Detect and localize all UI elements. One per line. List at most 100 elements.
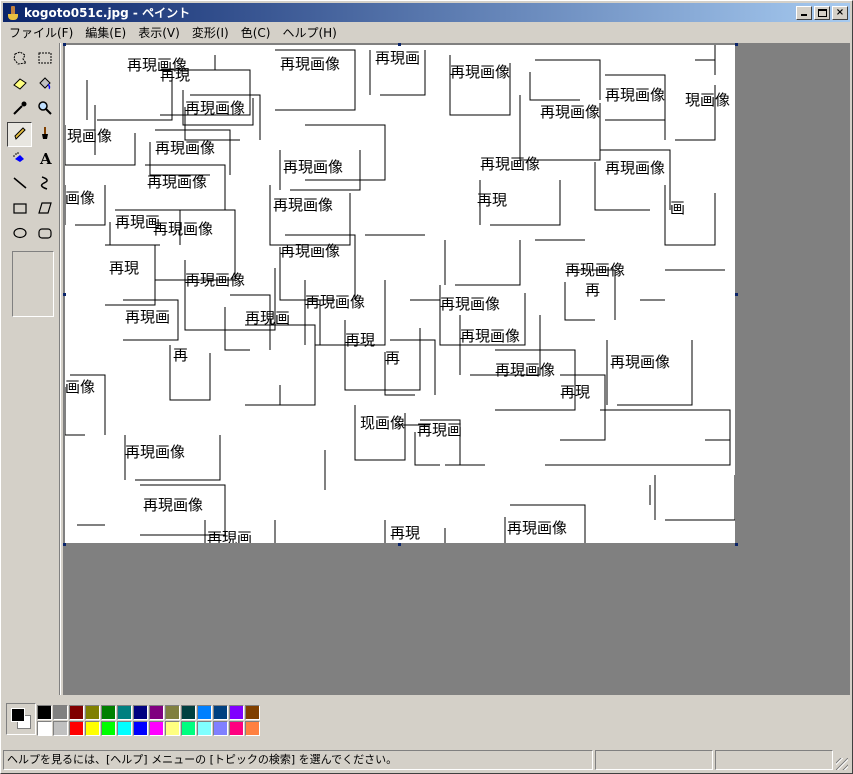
rect-select-icon xyxy=(37,50,53,69)
palette-swatch[interactable] xyxy=(165,721,180,736)
canvas-text: 再現画像 xyxy=(185,99,245,117)
palette-swatch[interactable] xyxy=(165,705,180,720)
palette-swatch[interactable] xyxy=(149,721,164,736)
tool-brush-button[interactable] xyxy=(32,122,57,147)
title-bar[interactable]: kogoto051c.jpg - ペイント × xyxy=(3,3,850,22)
tool-eraser-button[interactable] xyxy=(7,72,32,97)
menu-file[interactable]: ファイル(F) xyxy=(3,24,79,41)
palette-swatch[interactable] xyxy=(229,721,244,736)
palette-swatch[interactable] xyxy=(53,721,68,736)
resize-handle-bl xyxy=(63,543,66,546)
palette-swatch[interactable] xyxy=(181,721,196,736)
palette-swatch[interactable] xyxy=(133,705,148,720)
tool-polygon-button[interactable] xyxy=(32,197,57,222)
palette-swatch[interactable] xyxy=(53,705,68,720)
menu-edit[interactable]: 編集(E) xyxy=(79,24,132,41)
palette-swatch[interactable] xyxy=(197,721,212,736)
brush-icon xyxy=(37,125,53,144)
window-title: kogoto051c.jpg - ペイント xyxy=(24,6,191,20)
polygon-icon xyxy=(37,200,53,219)
canvas-text: 再現画像 xyxy=(185,271,245,289)
tool-rounded-rect-button[interactable] xyxy=(32,222,57,247)
canvas-text: 再現画像 xyxy=(480,155,540,173)
palette-swatch[interactable] xyxy=(149,705,164,720)
tool-rect-select-button[interactable] xyxy=(32,47,57,72)
foreground-color-swatch xyxy=(11,708,25,722)
canvas-text: 現画像 xyxy=(67,127,112,145)
canvas-text: 再現画像 xyxy=(605,86,665,104)
svg-text:A: A xyxy=(39,150,52,166)
palette-swatch[interactable] xyxy=(85,721,100,736)
maximize-icon xyxy=(818,8,827,17)
palette-swatch[interactable] xyxy=(37,721,52,736)
menu-help[interactable]: ヘルプ(H) xyxy=(276,24,342,41)
resize-handle-tr xyxy=(735,43,738,46)
palette-swatch[interactable] xyxy=(85,705,100,720)
canvas-text: 再現画 xyxy=(375,49,420,67)
canvas-text: 再現画像 xyxy=(460,327,520,345)
palette-swatch[interactable] xyxy=(133,721,148,736)
resize-handle-l xyxy=(63,293,66,296)
resize-handle-t xyxy=(398,43,401,46)
palette-swatch[interactable] xyxy=(181,705,196,720)
toolbox-divider xyxy=(59,43,61,695)
tool-rectangle-button[interactable] xyxy=(7,197,32,222)
palette-swatch[interactable] xyxy=(117,705,132,720)
tool-line-button[interactable] xyxy=(7,172,32,197)
canvas-text: 再 xyxy=(585,281,600,299)
free-form-select-icon xyxy=(12,50,28,69)
minimize-button[interactable] xyxy=(796,5,812,20)
canvas-text: 再現 xyxy=(560,383,590,401)
resize-handle-br[interactable] xyxy=(735,543,738,546)
tool-options-box[interactable] xyxy=(12,251,54,317)
maximize-button[interactable] xyxy=(814,5,830,20)
canvas-text: 再現画 xyxy=(125,308,170,326)
ellipse-icon xyxy=(12,225,28,244)
canvas-workspace[interactable]: 再現画像 再現 再現画像 再現画像 再現画 再現画像 再現画像 再現画像 現画像 現画像 再現画像再… xyxy=(63,43,850,695)
palette-swatch[interactable] xyxy=(213,705,228,720)
canvas-text: 再現画像 xyxy=(605,159,665,177)
tool-text-button[interactable]: A xyxy=(32,147,57,172)
canvas-text: 画像 xyxy=(65,378,95,396)
tool-magnifier-button[interactable] xyxy=(32,97,57,122)
color-box xyxy=(3,698,850,746)
palette-swatch[interactable] xyxy=(229,705,244,720)
resize-handle-b[interactable] xyxy=(398,543,401,546)
drawing-canvas[interactable]: 再現画像 再現 再現画像 再現画像 再現画 再現画像 再現画像 再現画像 現画像 現画像 再現画像再… xyxy=(65,45,735,543)
current-colors xyxy=(6,703,36,735)
palette-swatch[interactable] xyxy=(69,705,84,720)
tool-ellipse-button[interactable] xyxy=(7,222,32,247)
resize-grip-icon[interactable] xyxy=(836,758,848,770)
palette-swatch[interactable] xyxy=(37,705,52,720)
palette-swatch[interactable] xyxy=(117,721,132,736)
canvas-text: 再現画像 xyxy=(125,443,185,461)
menu-colors[interactable]: 色(C) xyxy=(235,24,277,41)
canvas-text: 再現画像 xyxy=(440,295,500,313)
palette-swatch[interactable] xyxy=(245,721,260,736)
palette-swatch[interactable] xyxy=(197,705,212,720)
tool-fill-bucket-button[interactable] xyxy=(32,72,57,97)
eraser-icon xyxy=(12,75,28,94)
palette-swatch[interactable] xyxy=(101,721,116,736)
resize-handle-r[interactable] xyxy=(735,293,738,296)
canvas-text: 再现画像 xyxy=(565,261,625,279)
close-button[interactable]: × xyxy=(832,5,848,20)
palette-swatch[interactable] xyxy=(213,721,228,736)
canvas-text: 再現画像 xyxy=(283,158,343,176)
paint-app-icon[interactable] xyxy=(6,5,20,20)
palette-swatch[interactable] xyxy=(69,721,84,736)
canvas-text: 画 xyxy=(670,199,685,217)
tool-curve-button[interactable] xyxy=(32,172,57,197)
tool-free-form-select-button[interactable] xyxy=(7,47,32,72)
menu-view[interactable]: 表示(V) xyxy=(132,24,186,41)
tool-pencil-button[interactable] xyxy=(7,122,32,147)
palette-swatch[interactable] xyxy=(101,705,116,720)
text-icon: A xyxy=(37,150,53,169)
tool-airbrush-button[interactable] xyxy=(7,147,32,172)
menu-image[interactable]: 変形(I) xyxy=(186,24,235,41)
palette-swatch[interactable] xyxy=(245,705,260,720)
canvas-stroke-box xyxy=(529,59,601,101)
status-bar: ヘルプを見るには、[ヘルプ] メニューの [トピックの検索] を選んでください。 xyxy=(3,750,850,772)
tool-color-picker-button[interactable] xyxy=(7,97,32,122)
magnifier-icon xyxy=(37,100,53,119)
